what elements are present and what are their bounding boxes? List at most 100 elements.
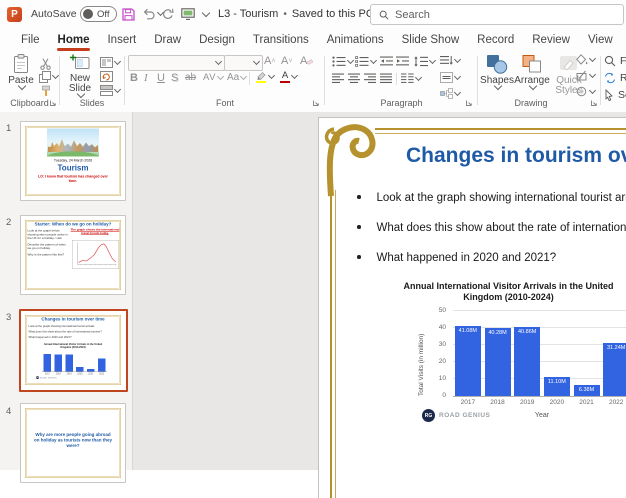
strikethrough-button[interactable]: ab bbox=[185, 72, 196, 84]
justify-button[interactable] bbox=[380, 73, 393, 84]
slide-number: 1 bbox=[6, 123, 11, 134]
shape-outline-button[interactable] bbox=[576, 70, 595, 81]
change-case-button[interactable]: Aa bbox=[227, 72, 246, 84]
chevron-down-icon bbox=[454, 72, 461, 79]
columns-icon bbox=[401, 73, 414, 84]
tab-animations[interactable]: Animations bbox=[318, 30, 393, 51]
grow-font-button[interactable]: A˄ bbox=[264, 55, 275, 67]
tab-help[interactable]: Help bbox=[622, 30, 626, 51]
save-button[interactable] bbox=[122, 0, 135, 28]
font-size-combobox[interactable] bbox=[224, 55, 263, 71]
learning-objective: LO: I know that tourism has changed over… bbox=[35, 175, 111, 184]
cut-button[interactable] bbox=[40, 58, 51, 70]
align-left-button[interactable] bbox=[332, 73, 345, 84]
x-tick-label: 2022 bbox=[601, 399, 626, 406]
find-label: Find bbox=[620, 55, 626, 67]
group-editing: Find Replace Select bbox=[604, 52, 626, 110]
new-slide-button[interactable]: New Slide bbox=[62, 54, 98, 97]
bullets-button[interactable] bbox=[332, 56, 353, 67]
tab-record[interactable]: Record bbox=[468, 30, 523, 51]
format-painter-button[interactable] bbox=[40, 85, 52, 97]
chevron-down-icon bbox=[454, 88, 461, 95]
align-right-button[interactable] bbox=[364, 73, 377, 84]
paste-button[interactable]: Paste bbox=[4, 54, 38, 89]
align-text-button[interactable] bbox=[440, 72, 460, 83]
font-name-combobox[interactable] bbox=[128, 55, 225, 71]
tab-draw[interactable]: Draw bbox=[145, 30, 190, 51]
arrange-button[interactable]: Arrange bbox=[514, 54, 550, 89]
x-tick-label: 2017 bbox=[453, 399, 483, 406]
shrink-font-button[interactable]: A˅ bbox=[281, 55, 292, 67]
document-title[interactable]: L3 - Tourism • Saved to this PC bbox=[218, 0, 387, 28]
dialog-launcher-icon[interactable] bbox=[312, 99, 320, 107]
replace-button[interactable]: Replace bbox=[604, 72, 626, 84]
chevron-down-icon bbox=[415, 73, 422, 80]
search-input[interactable]: Search bbox=[370, 4, 624, 25]
slide-bullet-1[interactable]: Look at the graph showing international … bbox=[357, 188, 626, 206]
chevron-down-icon bbox=[370, 56, 377, 63]
tab-slide-show[interactable]: Slide Show bbox=[393, 30, 469, 51]
font-color-button[interactable]: A bbox=[280, 71, 297, 83]
align-center-button[interactable] bbox=[348, 73, 361, 84]
numbering-button[interactable] bbox=[355, 56, 376, 67]
dialog-launcher-icon[interactable] bbox=[590, 99, 598, 107]
select-button[interactable]: Select bbox=[604, 89, 626, 101]
reset-slide-button[interactable] bbox=[100, 71, 113, 82]
quick-access-toolbar-menu[interactable] bbox=[201, 0, 209, 28]
slide-thumbnail-4[interactable]: Why are more people going abroad on holi… bbox=[20, 403, 126, 483]
highlight-color-button[interactable] bbox=[255, 71, 274, 83]
tab-home[interactable]: Home bbox=[49, 30, 99, 51]
copy-button[interactable] bbox=[39, 71, 58, 83]
chart-bars: 41.08M40.28M40.86M11.10M6.38M31.24M bbox=[453, 310, 626, 396]
chart-bar-slot bbox=[42, 351, 53, 372]
chart-bar bbox=[87, 369, 95, 372]
tab-review[interactable]: Review bbox=[523, 30, 579, 51]
clear-formatting-button[interactable]: A bbox=[300, 55, 314, 67]
text-direction-button[interactable] bbox=[440, 55, 460, 66]
character-spacing-button[interactable]: AV bbox=[203, 72, 223, 84]
find-button[interactable]: Find bbox=[604, 55, 626, 67]
undo-button[interactable] bbox=[142, 0, 163, 28]
autosave-toggle[interactable]: Off bbox=[80, 0, 117, 28]
slide-layout-button[interactable] bbox=[100, 57, 120, 68]
slide-title-textbox[interactable]: Changes in tourism over time bbox=[406, 144, 626, 168]
powerpoint-logo-icon: P bbox=[7, 0, 22, 28]
bold-button[interactable]: B bbox=[130, 72, 138, 84]
shapes-button[interactable]: Shapes bbox=[480, 54, 514, 89]
shape-fill-button[interactable] bbox=[576, 54, 595, 65]
slide-bullet-2[interactable]: What does this show about the rate of in… bbox=[357, 218, 626, 236]
slide-thumbnail-2[interactable]: Starter: When do we go on holiday? Look … bbox=[20, 215, 126, 295]
tab-design[interactable]: Design bbox=[190, 30, 244, 51]
italic-button[interactable]: I bbox=[144, 72, 148, 84]
document-name: L3 - Tourism bbox=[218, 8, 278, 20]
underline-button[interactable]: U bbox=[157, 72, 165, 84]
tab-file[interactable]: File bbox=[12, 30, 49, 51]
tab-transitions[interactable]: Transitions bbox=[244, 30, 318, 51]
bar-chart-object[interactable]: Annual International Visitor Arrivals in… bbox=[386, 281, 626, 433]
start-slideshow-button[interactable] bbox=[181, 0, 195, 28]
title-separator: • bbox=[283, 9, 287, 20]
save-icon bbox=[122, 8, 135, 21]
slide-bullets: Look at the graph below showing when peo… bbox=[28, 230, 69, 258]
redo-button[interactable] bbox=[162, 0, 174, 28]
section-button[interactable] bbox=[100, 85, 120, 96]
decrease-indent-button[interactable] bbox=[380, 56, 393, 67]
slide-thumbnail-1[interactable]: Tuesday, 24 March 2026 Tourism LO: I kno… bbox=[20, 121, 126, 201]
increase-indent-button[interactable] bbox=[396, 56, 409, 67]
dialog-launcher-icon[interactable] bbox=[49, 99, 57, 107]
shape-effects-button[interactable] bbox=[576, 86, 595, 97]
columns-button[interactable] bbox=[401, 73, 421, 84]
slide-editor[interactable]: Changes in tourism over time Look at the… bbox=[318, 117, 626, 498]
text-shadow-button[interactable]: S bbox=[171, 72, 178, 84]
slide-bullet-3[interactable]: What happened in 2020 and 2021? bbox=[357, 248, 556, 266]
slide-thumbnail-3-selected[interactable]: Changes in tourism over time Look at the… bbox=[19, 309, 128, 392]
slide-thumbnail-panel: 1 Tuesday, 24 March 2026 Tourism LO: I k… bbox=[0, 112, 133, 470]
tab-insert[interactable]: Insert bbox=[98, 30, 145, 51]
bar-value-label: 40.28M bbox=[488, 330, 506, 336]
x-tick-label: 2019 bbox=[64, 373, 75, 376]
line-spacing-button[interactable] bbox=[414, 56, 435, 67]
x-tick-label: 2021 bbox=[572, 399, 602, 406]
tab-view[interactable]: View bbox=[579, 30, 622, 51]
slide-bullets: Look at the graph showing international … bbox=[29, 325, 121, 339]
select-label: Select bbox=[618, 89, 626, 101]
